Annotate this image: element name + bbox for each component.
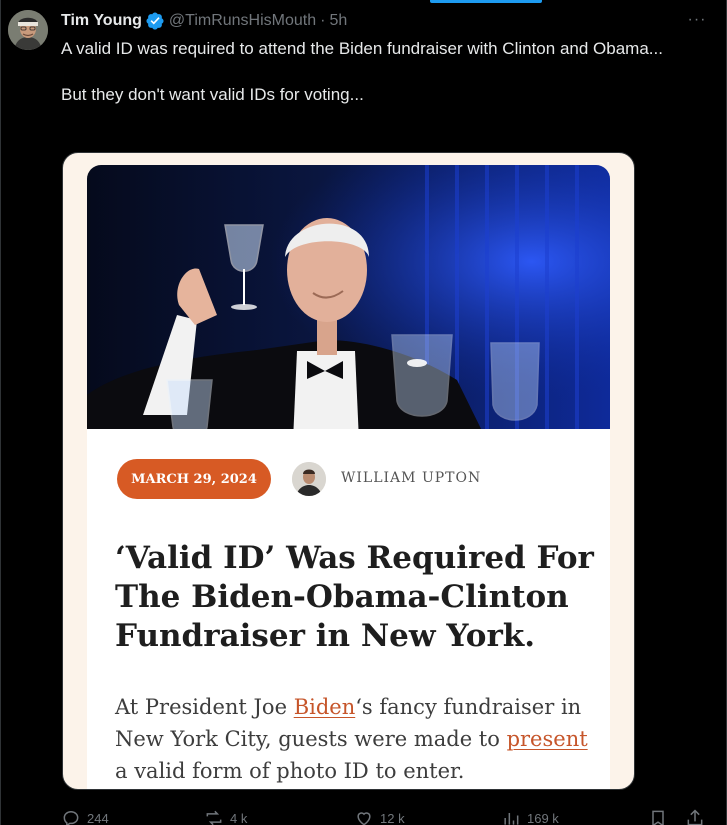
lede-link-biden: Biden: [293, 695, 356, 719]
tweet-text: A valid ID was required to attend the Bi…: [61, 37, 701, 106]
article-lede: At President Joe Biden‘s fancy fundraise…: [115, 691, 605, 787]
repost-button[interactable]: 4 k: [204, 808, 247, 825]
reply-button[interactable]: 244: [61, 808, 109, 825]
views-icon: [504, 813, 519, 825]
lede-link-present: present: [506, 727, 588, 751]
separator-dot: ·: [320, 12, 326, 29]
tweet-media-image[interactable]: MARCH 29, 2024 WILLIAM UPTON ‘Valid ID’ …: [62, 152, 635, 790]
handle[interactable]: @TimRunsHisMouth: [169, 12, 316, 30]
column-border-left: [0, 0, 1, 825]
share-icon: [687, 809, 703, 825]
share-button[interactable]: [685, 808, 705, 825]
views-button[interactable]: 169 k: [501, 808, 559, 825]
timestamp[interactable]: 5h: [329, 12, 347, 30]
like-count: 12 k: [380, 810, 405, 825]
display-name[interactable]: Tim Young: [61, 12, 142, 30]
tweet-text-line: A valid ID was required to attend the Bi…: [61, 39, 663, 58]
article-headline: ‘Valid ID’ Was Required For The Biden-Ob…: [115, 540, 594, 654]
more-icon[interactable]: ···: [685, 8, 709, 32]
bookmark-icon: [652, 810, 664, 825]
tweet-actions: 244 4 k 12 k 169 k: [61, 808, 711, 825]
active-tab-indicator: [430, 0, 542, 3]
article-card: MARCH 29, 2024 WILLIAM UPTON ‘Valid ID’ …: [87, 429, 610, 789]
date-badge: MARCH 29, 2024: [117, 459, 271, 499]
repost-count: 4 k: [230, 810, 248, 825]
lede-text: a valid form of photo ID to enter.: [115, 759, 465, 783]
reply-count: 244: [87, 810, 109, 825]
like-button[interactable]: 12 k: [354, 808, 405, 825]
reply-icon: [63, 810, 79, 825]
author-avatar[interactable]: [8, 10, 48, 50]
bookmark-button[interactable]: [648, 808, 668, 825]
tweet-header: Tim Young @TimRunsHisMouth · 5h: [61, 10, 347, 32]
verified-badge-icon[interactable]: [145, 11, 165, 31]
like-icon: [357, 812, 371, 825]
views-count: 169 k: [527, 810, 559, 825]
repost-icon: [206, 810, 222, 825]
tweet-text-line: But they don't want valid IDs for voting…: [61, 85, 364, 104]
article-photo: [87, 165, 610, 441]
article-author: WILLIAM UPTON: [341, 470, 482, 486]
lede-text: At President Joe: [115, 695, 294, 719]
author-photo: [292, 462, 326, 496]
